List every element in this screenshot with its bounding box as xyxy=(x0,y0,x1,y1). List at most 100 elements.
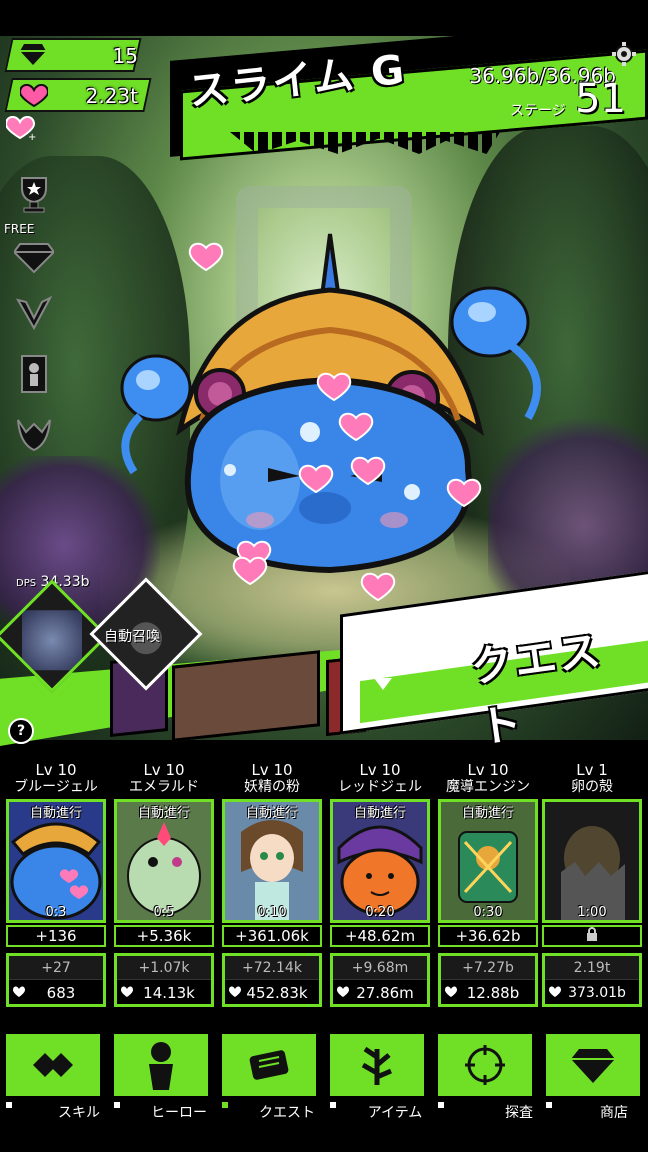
hero-card-blue-gel[interactable]: Lv 10 ブルージェル 自動進行 0:3 +136 +27 683 xyxy=(4,762,108,1007)
nav-quest-button[interactable] xyxy=(220,1032,318,1098)
upgrade-gain: +9.68m xyxy=(333,956,427,980)
nav-item-button[interactable] xyxy=(328,1032,426,1098)
gem-count: 15 xyxy=(112,44,138,68)
lock-icon xyxy=(587,927,597,941)
auto-progress-label: 自動進行 xyxy=(461,806,514,821)
nav-dot xyxy=(546,1102,552,1108)
hero-power: +48.62m xyxy=(330,925,430,947)
auto-summon-label: 自動召喚 xyxy=(104,629,160,645)
auto-progress-label: 自動進行 xyxy=(137,806,190,821)
hero-cards: Lv 10 ブルージェル 自動進行 0:3 +136 +27 683 Lv 10… xyxy=(0,762,648,1022)
hero-level: Lv 10 xyxy=(143,761,185,779)
hero-upgrade-button[interactable]: +9.68m 27.86m xyxy=(330,953,430,1007)
hero-card-fairy-dust[interactable]: Lv 10 妖精の粉 自動進行 0:10 +361.06k +72.14k 45… xyxy=(220,762,324,1007)
heart-icon xyxy=(229,986,241,997)
hero-upgrade-button[interactable]: +7.27b 12.88b xyxy=(438,953,538,1007)
hero-card-egg-shell[interactable]: Lv 1 卵の殻 1:00 2.19t 373.01b xyxy=(540,762,644,1007)
quest-scroll-icon xyxy=(249,1050,289,1080)
hero-name: レッドジェル xyxy=(338,779,422,795)
hero-timer: 0:5 xyxy=(153,905,175,920)
hero-level: Lv 10 xyxy=(35,761,77,779)
hero-card-magic-engine[interactable]: Lv 10 魔導エンジン 自動進行 0:30 +36.62b +7.27b 12… xyxy=(436,762,540,1007)
hero-name: ブルージェル xyxy=(14,779,98,795)
character-card-icon[interactable] xyxy=(10,350,58,398)
free-gem-icon[interactable] xyxy=(10,230,58,278)
hero-card-red-gel[interactable]: Lv 10 レッドジェル 自動進行 0:20 +48.62m +9.68m 27… xyxy=(328,762,432,1007)
hero-portrait[interactable]: 自動進行 0:5 xyxy=(114,799,214,923)
quest-title: クエスト xyxy=(467,625,606,753)
hero-icon xyxy=(149,1042,173,1090)
hero-name: 魔導エンジン xyxy=(446,779,530,795)
upgrade-cost: 12.88b xyxy=(466,984,520,1002)
unlock-cost: 2.19t xyxy=(545,956,639,980)
trophy-icon[interactable] xyxy=(10,170,58,218)
hero-power: +136 xyxy=(6,925,106,947)
chevron-down-icon[interactable] xyxy=(374,678,392,690)
nav-explore-button[interactable] xyxy=(436,1032,534,1098)
upgrade-cost: 683 xyxy=(46,984,76,1002)
hero-portrait[interactable]: 1:00 xyxy=(542,799,642,923)
auto-progress-label: 自動進行 xyxy=(353,806,406,821)
nav-quest-label: クエスト xyxy=(259,1105,315,1121)
hero-timer: 0:10 xyxy=(257,905,287,920)
demon-crest-icon[interactable] xyxy=(10,410,58,458)
heart-icon xyxy=(337,986,349,997)
svg-text:+: + xyxy=(28,132,36,142)
gem-shop-icon xyxy=(571,1049,615,1083)
hero-power: +36.62b xyxy=(438,925,538,947)
nav-item-label: アイテム xyxy=(367,1105,423,1121)
nav-dot xyxy=(330,1102,336,1108)
hero-unlock-button[interactable]: 2.19t 373.01b xyxy=(542,953,642,1007)
hero-card-emerald[interactable]: Lv 10 エメラルド 自動進行 0:5 +5.36k +1.07k 14.13… xyxy=(112,762,216,1007)
upgrade-cost: 452.83k xyxy=(246,984,308,1002)
help-icon[interactable]: ? xyxy=(8,718,34,744)
hero-upgrade-button[interactable]: +1.07k 14.13k xyxy=(114,953,214,1007)
nav-shop-label: 商店 xyxy=(600,1105,628,1121)
stage-number: 51 xyxy=(575,76,626,122)
nav-hero-button[interactable] xyxy=(112,1032,210,1098)
hero-name: 妖精の粉 xyxy=(244,779,300,795)
nav-shop-button[interactable] xyxy=(544,1032,642,1098)
gem-icon xyxy=(20,44,46,65)
egg-shell-sprite xyxy=(545,802,639,920)
hero-locked-indicator xyxy=(542,925,642,947)
hero-timer: 1:00 xyxy=(577,905,607,920)
hero-portrait[interactable]: 自動進行 0:10 xyxy=(222,799,322,923)
nav-dot-active xyxy=(222,1102,228,1108)
upgrade-cost: 27.86m xyxy=(356,984,414,1002)
upgrade-gain: +1.07k xyxy=(117,956,211,980)
heart-count: 2.23t xyxy=(85,84,138,108)
hero-timer: 0:3 xyxy=(45,905,67,920)
hero-upgrade-button[interactable]: +72.14k 452.83k xyxy=(222,953,322,1007)
hero-level: Lv 10 xyxy=(359,761,401,779)
nav-skill-button[interactable] xyxy=(4,1032,102,1098)
hero-portrait[interactable]: 自動進行 0:3 xyxy=(6,799,106,923)
heart-icon xyxy=(549,986,561,997)
hero-portrait[interactable]: 自動進行 0:30 xyxy=(438,799,538,923)
blue-wisp-right xyxy=(450,286,541,420)
hero-portrait[interactable]: 自動進行 0:20 xyxy=(330,799,430,923)
nav-dot xyxy=(438,1102,444,1108)
heart-icon xyxy=(121,986,133,997)
nav-dot xyxy=(6,1102,12,1108)
auto-progress-label: 自動進行 xyxy=(245,806,298,821)
item-herb-icon xyxy=(361,1046,392,1085)
upgrade-gain: +27 xyxy=(9,956,103,980)
gear-icon[interactable] xyxy=(612,42,636,66)
hero-level: Lv 10 xyxy=(467,761,509,779)
upgrade-cost: 373.01b xyxy=(568,985,626,1001)
auto-progress-label: 自動進行 xyxy=(29,806,82,821)
hero-level: Lv 10 xyxy=(251,761,293,779)
wings-icon[interactable] xyxy=(10,290,58,338)
bottom-nav: スキル ヒーロー クエスト アイテム 探査 商店 xyxy=(0,1026,648,1152)
side-menu xyxy=(10,170,62,470)
nav-explore-label: 探査 xyxy=(505,1105,533,1121)
heart-currency-icon xyxy=(20,84,48,108)
hero-thumb[interactable] xyxy=(172,650,320,742)
blue-wisp-left xyxy=(120,354,192,475)
hero-power: +361.06k xyxy=(222,925,322,947)
add-heart-icon[interactable]: + xyxy=(6,116,36,142)
hero-upgrade-button[interactable]: +27 683 xyxy=(6,953,106,1007)
hero-level: Lv 1 xyxy=(576,761,608,779)
hero-name: 卵の殻 xyxy=(571,779,613,795)
